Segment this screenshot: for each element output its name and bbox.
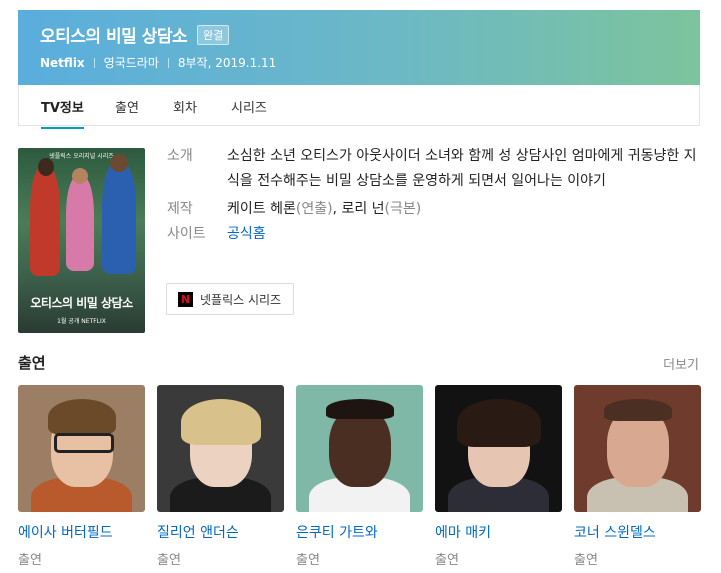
photo-hair <box>48 399 116 435</box>
cast-list: 에이사 버터필드 출연 질리언 앤더슨 출연 은쿠티 가트와 출연 에마 매키 … <box>18 385 701 568</box>
meta-divider <box>93 57 95 68</box>
tab-series[interactable]: 시리즈 <box>231 97 267 116</box>
meta-network: Netflix <box>40 55 85 70</box>
site-row: 사이트 공식홈 <box>167 222 702 247</box>
tab-bar: TV정보 출연 회차 시리즈 <box>18 85 700 129</box>
poster-figure <box>30 166 60 276</box>
cast-photo[interactable] <box>296 385 423 512</box>
writer-role: (극본) <box>384 201 422 217</box>
poster-figure <box>66 176 94 271</box>
cast-role: 출연 <box>574 553 598 568</box>
meta-divider <box>167 57 169 68</box>
cast-card[interactable]: 에마 매키 출연 <box>435 385 562 568</box>
photo-hair <box>326 399 394 419</box>
cast-name[interactable]: 에마 매키 <box>435 522 562 542</box>
photo-face <box>329 407 391 487</box>
cast-photo[interactable] <box>435 385 562 512</box>
site-label: 사이트 <box>167 226 206 242</box>
intro-label: 소개 <box>167 148 193 164</box>
cast-card[interactable]: 질리언 앤더슨 출연 <box>157 385 284 568</box>
tab-episodes[interactable]: 회차 <box>173 97 197 116</box>
meta-episodes-date: 8부작, 2019.1.11 <box>177 56 277 70</box>
cast-card[interactable]: 은쿠티 가트와 출연 <box>296 385 423 568</box>
poster-figure-head <box>72 168 88 184</box>
more-link[interactable]: 더보기 <box>663 354 699 373</box>
status-badge: 완결 <box>197 24 230 45</box>
netflix-series-label: 넷플릭스 시리즈 <box>200 292 282 307</box>
title-header: 오티스의 비밀 상담소 완결 Netflix 영국드라마 8부작, 2019.1… <box>18 10 700 85</box>
poster-image[interactable]: 넷플릭스 오리지널 시리즈 오티스의 비밀 상담소 1월 공개 NETFLIX <box>18 148 145 333</box>
cast-name[interactable]: 에이사 버터필드 <box>18 522 145 542</box>
photo-hair <box>181 399 261 445</box>
cast-photo[interactable] <box>18 385 145 512</box>
cast-card[interactable]: 코너 스윈델스 출연 <box>574 385 701 568</box>
cast-name[interactable]: 질리언 앤더슨 <box>157 522 284 542</box>
cast-role: 출연 <box>296 553 320 568</box>
cast-role: 출연 <box>157 553 181 568</box>
meta-row: Netflix 영국드라마 8부작, 2019.1.11 <box>40 54 276 71</box>
tab-tv-info[interactable]: TV정보 <box>41 97 84 129</box>
producer-name[interactable]: 케이트 헤론 <box>227 201 296 217</box>
cast-role: 출연 <box>435 553 459 568</box>
production-value: 케이트 헤론(연출), 로리 넌(극본) <box>227 197 702 222</box>
production-label: 제작 <box>167 201 193 217</box>
photo-hair <box>604 399 672 421</box>
meta-genre: 영국드라마 <box>103 56 159 70</box>
poster-figure <box>102 162 136 274</box>
poster-figure-head <box>110 154 128 172</box>
netflix-icon: N <box>178 291 193 307</box>
cast-section-title: 출연 <box>18 354 46 372</box>
intro-text: 소심한 소년 오티스가 아웃사이더 소녀와 함께 성 상담사인 엄마에게 귀동냥… <box>227 148 697 189</box>
production-row: 제작 케이트 헤론(연출), 로리 넌(극본) <box>167 197 702 222</box>
cast-card[interactable]: 에이사 버터필드 출연 <box>18 385 145 568</box>
poster-figure-head <box>38 158 54 176</box>
page-title[interactable]: 오티스의 비밀 상담소 <box>40 22 188 47</box>
cast-name[interactable]: 코너 스윈델스 <box>574 522 701 542</box>
writer-name[interactable]: 로리 넌 <box>341 201 384 217</box>
official-site-link[interactable]: 공식홈 <box>227 226 266 242</box>
poster-title: 오티스의 비밀 상담소 <box>30 296 133 310</box>
poster-bottom-text: 1월 공개 NETFLIX <box>57 318 106 325</box>
intro-row: 소개 소심한 소년 오티스가 아웃사이더 소녀와 함께 성 상담사인 엄마에게 … <box>167 144 702 194</box>
tab-cast[interactable]: 출연 <box>115 97 139 116</box>
cast-photo[interactable] <box>574 385 701 512</box>
cast-photo[interactable] <box>157 385 284 512</box>
glasses-icon <box>54 433 114 453</box>
photo-hair <box>457 399 541 447</box>
cast-name[interactable]: 은쿠티 가트와 <box>296 522 423 542</box>
producer-role: (연출) <box>295 201 333 217</box>
cast-role: 출연 <box>18 553 42 568</box>
info-panel: 소개 소심한 소년 오티스가 아웃사이더 소녀와 함께 성 상담사인 엄마에게 … <box>167 144 702 247</box>
netflix-series-button[interactable]: N 넷플릭스 시리즈 <box>166 283 295 315</box>
